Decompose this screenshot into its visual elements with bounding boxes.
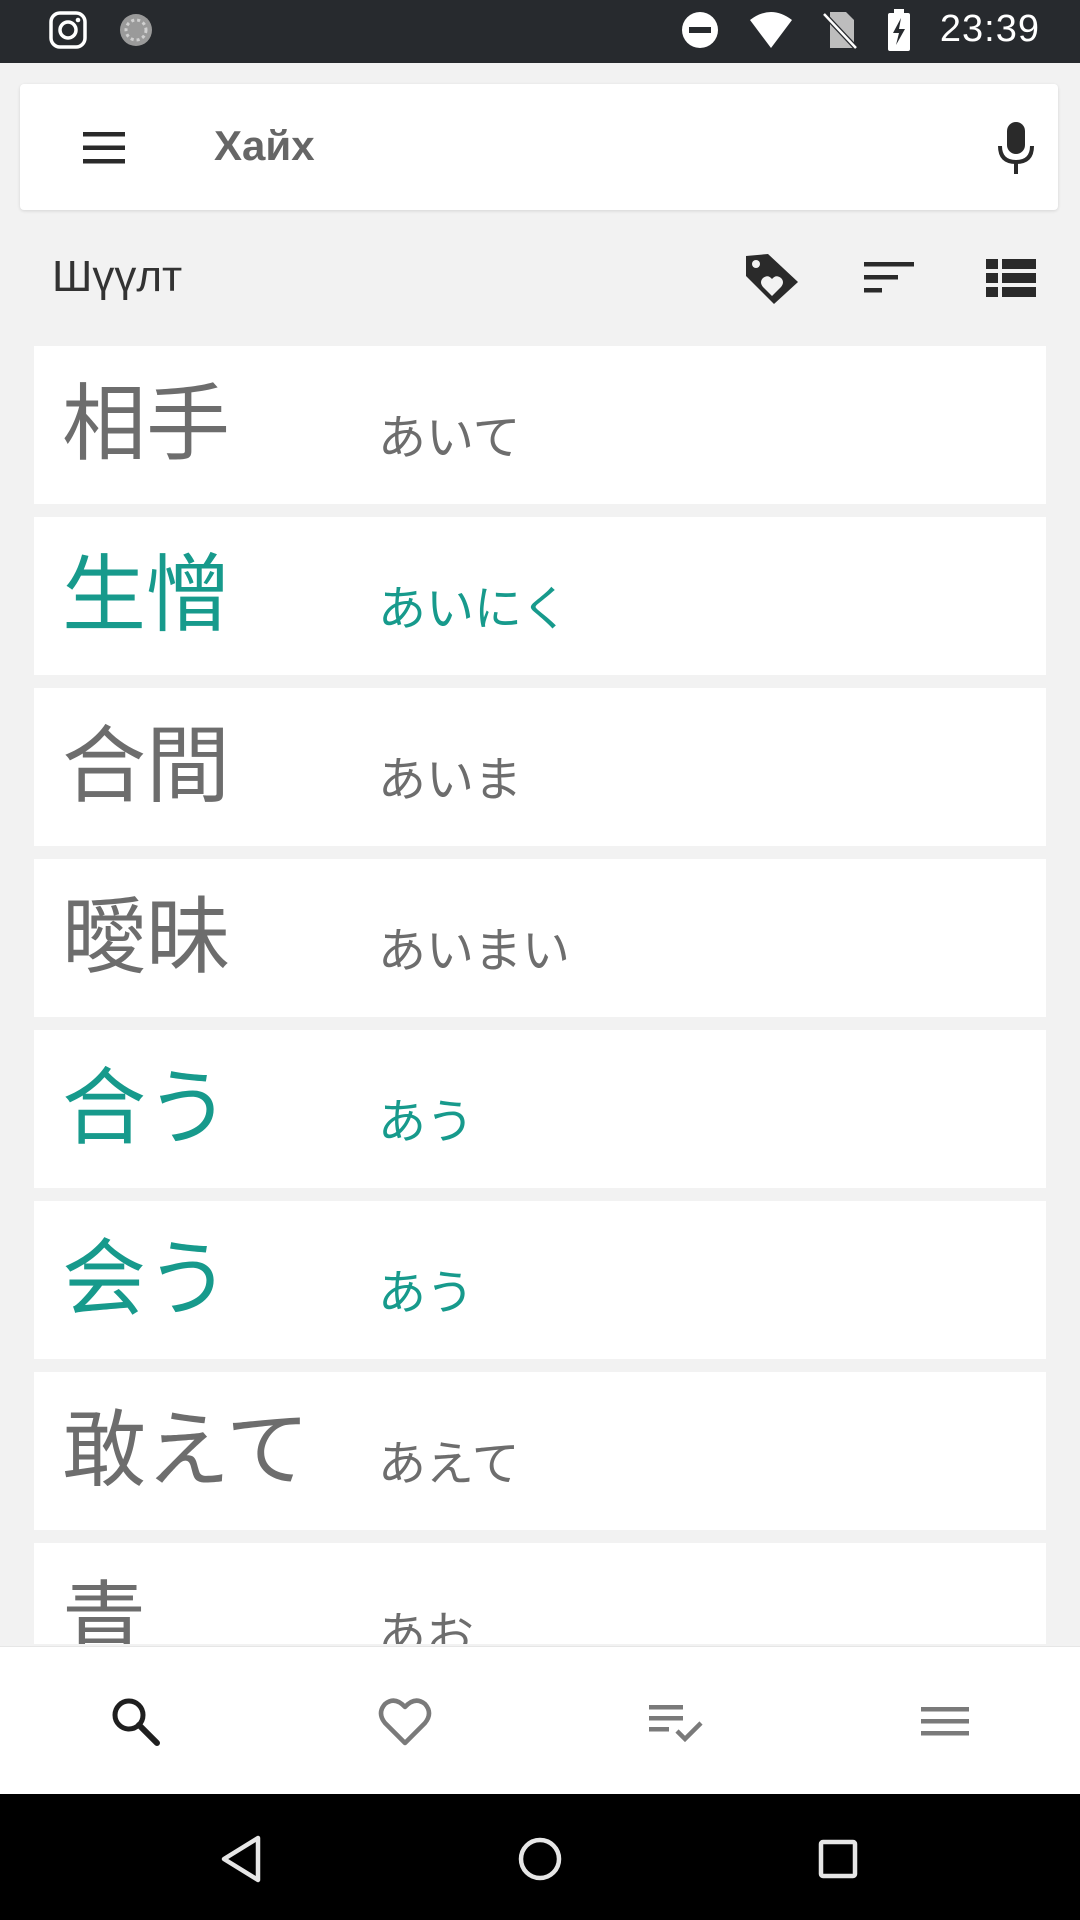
- word-kana: あいて: [378, 410, 521, 466]
- word-kanji: 敢えて: [62, 1401, 310, 1499]
- do-not-disturb-icon: [681, 11, 718, 48]
- battery-charging-icon: [887, 8, 910, 51]
- nav-menu-button[interactable]: [810, 1647, 1080, 1795]
- checklist-icon: [649, 1705, 703, 1743]
- heart-icon: [378, 1698, 432, 1746]
- word-kana: あう: [378, 1265, 475, 1321]
- search-placeholder[interactable]: Хайх: [214, 122, 315, 170]
- home-icon[interactable]: [505, 1824, 575, 1894]
- word-kana: あお: [378, 1607, 475, 1644]
- tag-heart-icon[interactable]: [742, 250, 802, 306]
- word-kana: あいまい: [378, 923, 571, 979]
- list-view-icon[interactable]: [982, 250, 1042, 306]
- search-bar[interactable]: Хайх: [20, 84, 1058, 210]
- word-row[interactable]: 青 あお: [34, 1543, 1046, 1644]
- word-kanji: 会う: [62, 1230, 231, 1328]
- menu-icon: [921, 1707, 969, 1736]
- word-kanji: 合う: [62, 1059, 231, 1157]
- search-icon: [112, 1698, 160, 1746]
- word-kana: あえて: [378, 1436, 520, 1492]
- word-row[interactable]: 合間 あいま: [34, 688, 1046, 846]
- loading-icon: [120, 14, 152, 46]
- system-navigation-bar: [0, 1794, 1080, 1920]
- status-bar: 23:39: [0, 0, 1080, 63]
- nav-favorites-button[interactable]: [270, 1647, 540, 1795]
- word-row[interactable]: 相手 あいて: [34, 346, 1046, 504]
- status-time: 23:39: [939, 8, 1040, 50]
- word-row[interactable]: 会う あう: [34, 1201, 1046, 1359]
- word-list: 相手 あいて 生憎 あいにく 合間 あいま 曖昧 あいまい 合う あう 会う あ…: [34, 346, 1046, 1644]
- word-kanji: 相手: [62, 375, 231, 473]
- filter-label: Шүүлт: [52, 252, 183, 301]
- word-row[interactable]: 敢えて あえて: [34, 1372, 1046, 1530]
- recents-icon[interactable]: [803, 1824, 873, 1894]
- word-kanji: 生憎: [62, 546, 231, 644]
- hamburger-menu-icon[interactable]: [80, 124, 128, 172]
- word-row[interactable]: 合う あう: [34, 1030, 1046, 1188]
- word-kana: あいま: [378, 752, 523, 808]
- filter-toolbar: Шүүлт: [0, 238, 1080, 318]
- word-kanji: 曖昧: [62, 888, 231, 986]
- word-row[interactable]: 曖昧 あいまい: [34, 859, 1046, 1017]
- word-row[interactable]: 生憎 あいにく: [34, 517, 1046, 675]
- nav-checklist-button[interactable]: [540, 1647, 810, 1795]
- back-icon[interactable]: [206, 1824, 276, 1894]
- bottom-navigation: [0, 1646, 1080, 1795]
- wifi-icon: [749, 11, 792, 48]
- word-kanji: 合間: [62, 717, 231, 815]
- instagram-icon: [49, 11, 87, 49]
- microphone-icon[interactable]: [992, 120, 1040, 176]
- no-sim-icon: [822, 11, 858, 50]
- word-kana: あう: [378, 1094, 475, 1150]
- nav-search-button[interactable]: [0, 1647, 270, 1795]
- word-kana: あいにく: [378, 581, 570, 637]
- sort-icon[interactable]: [860, 250, 920, 306]
- word-kanji: 青: [62, 1572, 147, 1644]
